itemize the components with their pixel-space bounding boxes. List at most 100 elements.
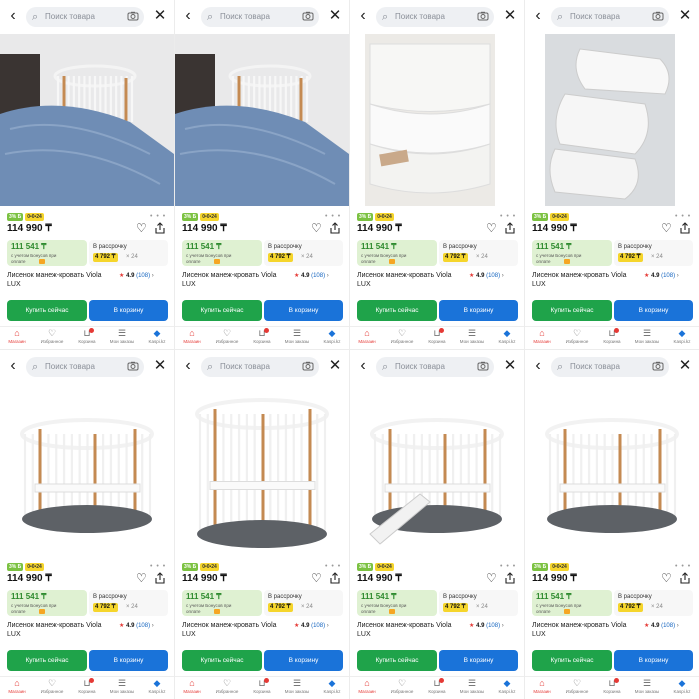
nav-kaspi[interactable]: ◆ Kaspi.kz bbox=[665, 328, 699, 349]
favorite-heart-icon[interactable]: ♡ bbox=[661, 222, 672, 234]
installment-box[interactable]: В рассрочку 4 792 ₸ × 24 bbox=[614, 590, 693, 616]
share-icon[interactable] bbox=[504, 572, 516, 584]
search-input[interactable]: ⌕ Поиск товара bbox=[26, 357, 144, 377]
nav-orders[interactable]: ☰ Мои заказы bbox=[280, 678, 314, 699]
nav-favorites[interactable]: ♡ Избранное bbox=[385, 678, 419, 699]
search-input[interactable]: ⌕ Поиск товара bbox=[551, 357, 669, 377]
reviews-count[interactable]: (108) bbox=[486, 273, 500, 279]
add-to-cart-button[interactable]: В корзину bbox=[614, 300, 693, 321]
reviews-count[interactable]: (108) bbox=[136, 623, 150, 629]
product-rating[interactable]: ★ 4.9 (108) › bbox=[294, 622, 329, 630]
search-input[interactable]: ⌕ Поиск товара bbox=[376, 7, 494, 27]
share-icon[interactable] bbox=[679, 572, 691, 584]
add-to-cart-button[interactable]: В корзину bbox=[264, 300, 343, 321]
buy-now-button[interactable]: Купить сейчас bbox=[7, 650, 87, 671]
search-input[interactable]: ⌕ Поиск товара bbox=[201, 7, 319, 27]
back-arrow-icon[interactable]: ‹ bbox=[181, 8, 195, 24]
search-input[interactable]: ⌕ Поиск товара bbox=[201, 357, 319, 377]
camera-icon[interactable] bbox=[127, 11, 139, 21]
camera-icon[interactable] bbox=[127, 361, 139, 371]
nav-kaspi[interactable]: ◆ Kaspi.kz bbox=[490, 678, 524, 699]
installment-box[interactable]: В рассрочку 4 792 ₸ × 24 bbox=[264, 590, 343, 616]
buy-now-button[interactable]: Купить сейчас bbox=[182, 650, 262, 671]
buy-now-button[interactable]: Купить сейчас bbox=[532, 300, 612, 321]
nav-favorites[interactable]: ♡ Избранное bbox=[560, 328, 594, 349]
nav-orders[interactable]: ☰ Мои заказы bbox=[455, 328, 489, 349]
product-photo[interactable] bbox=[525, 384, 699, 556]
close-icon[interactable]: ✕ bbox=[502, 8, 518, 24]
nav-favorites[interactable]: ♡ Избранное bbox=[35, 678, 69, 699]
product-rating[interactable]: ★ 4.9 (108) › bbox=[644, 622, 679, 630]
nav-shop[interactable]: ⌂ Магазин bbox=[525, 328, 559, 349]
nav-cart[interactable]: ⊔ Корзина bbox=[70, 678, 104, 699]
back-arrow-icon[interactable]: ‹ bbox=[6, 358, 20, 374]
add-to-cart-button[interactable]: В корзину bbox=[439, 300, 518, 321]
nav-orders[interactable]: ☰ Мои заказы bbox=[105, 328, 139, 349]
favorite-heart-icon[interactable]: ♡ bbox=[311, 572, 322, 584]
nav-favorites[interactable]: ♡ Избранное bbox=[385, 328, 419, 349]
product-rating[interactable]: ★ 4.9 (108) › bbox=[119, 272, 154, 280]
close-icon[interactable]: ✕ bbox=[152, 358, 168, 374]
back-arrow-icon[interactable]: ‹ bbox=[356, 8, 370, 24]
favorite-heart-icon[interactable]: ♡ bbox=[136, 572, 147, 584]
favorite-heart-icon[interactable]: ♡ bbox=[486, 222, 497, 234]
nav-kaspi[interactable]: ◆ Kaspi.kz bbox=[665, 678, 699, 699]
installment-box[interactable]: В рассрочку 4 792 ₸ × 24 bbox=[89, 590, 168, 616]
camera-icon[interactable] bbox=[477, 11, 489, 21]
reviews-count[interactable]: (108) bbox=[311, 623, 325, 629]
nav-favorites[interactable]: ♡ Избранное bbox=[210, 328, 244, 349]
close-icon[interactable]: ✕ bbox=[677, 8, 693, 24]
search-input[interactable]: ⌕ Поиск товара bbox=[26, 7, 144, 27]
favorite-heart-icon[interactable]: ♡ bbox=[486, 572, 497, 584]
installment-box[interactable]: В рассрочку 4 792 ₸ × 24 bbox=[89, 240, 168, 266]
nav-shop[interactable]: ⌂ Магазин bbox=[350, 678, 384, 699]
nav-cart[interactable]: ⊔ Корзина bbox=[595, 678, 629, 699]
favorite-heart-icon[interactable]: ♡ bbox=[311, 222, 322, 234]
nav-cart[interactable]: ⊔ Корзина bbox=[245, 678, 279, 699]
camera-icon[interactable] bbox=[302, 11, 314, 21]
installment-box[interactable]: В рассрочку 4 792 ₸ × 24 bbox=[439, 240, 518, 266]
product-photo[interactable] bbox=[0, 34, 174, 206]
nav-favorites[interactable]: ♡ Избранное bbox=[35, 328, 69, 349]
camera-icon[interactable] bbox=[302, 361, 314, 371]
product-photo[interactable] bbox=[525, 34, 699, 206]
back-arrow-icon[interactable]: ‹ bbox=[181, 358, 195, 374]
nav-kaspi[interactable]: ◆ Kaspi.kz bbox=[490, 328, 524, 349]
nav-orders[interactable]: ☰ Мои заказы bbox=[630, 328, 664, 349]
product-rating[interactable]: ★ 4.9 (108) › bbox=[644, 272, 679, 280]
installment-box[interactable]: В рассрочку 4 792 ₸ × 24 bbox=[264, 240, 343, 266]
add-to-cart-button[interactable]: В корзину bbox=[439, 650, 518, 671]
share-icon[interactable] bbox=[329, 572, 341, 584]
buy-now-button[interactable]: Купить сейчас bbox=[532, 650, 612, 671]
back-arrow-icon[interactable]: ‹ bbox=[6, 8, 20, 24]
buy-now-button[interactable]: Купить сейчас bbox=[182, 300, 262, 321]
share-icon[interactable] bbox=[329, 222, 341, 234]
add-to-cart-button[interactable]: В корзину bbox=[264, 650, 343, 671]
close-icon[interactable]: ✕ bbox=[677, 358, 693, 374]
nav-favorites[interactable]: ♡ Избранное bbox=[560, 678, 594, 699]
nav-shop[interactable]: ⌂ Магазин bbox=[175, 678, 209, 699]
back-arrow-icon[interactable]: ‹ bbox=[531, 8, 545, 24]
reviews-count[interactable]: (108) bbox=[486, 623, 500, 629]
installment-box[interactable]: В рассрочку 4 792 ₸ × 24 bbox=[614, 240, 693, 266]
product-rating[interactable]: ★ 4.9 (108) › bbox=[469, 272, 504, 280]
product-rating[interactable]: ★ 4.9 (108) › bbox=[294, 272, 329, 280]
search-input[interactable]: ⌕ Поиск товара bbox=[551, 7, 669, 27]
product-photo[interactable] bbox=[350, 34, 524, 206]
share-icon[interactable] bbox=[504, 222, 516, 234]
product-photo[interactable] bbox=[175, 34, 349, 206]
buy-now-button[interactable]: Купить сейчас bbox=[357, 650, 437, 671]
product-rating[interactable]: ★ 4.9 (108) › bbox=[469, 622, 504, 630]
nav-kaspi[interactable]: ◆ Kaspi.kz bbox=[315, 678, 349, 699]
nav-kaspi[interactable]: ◆ Kaspi.kz bbox=[315, 328, 349, 349]
nav-orders[interactable]: ☰ Мои заказы bbox=[105, 678, 139, 699]
back-arrow-icon[interactable]: ‹ bbox=[531, 358, 545, 374]
nav-shop[interactable]: ⌂ Магазин bbox=[0, 328, 34, 349]
nav-kaspi[interactable]: ◆ Kaspi.kz bbox=[140, 328, 174, 349]
nav-favorites[interactable]: ♡ Избранное bbox=[210, 678, 244, 699]
product-rating[interactable]: ★ 4.9 (108) › bbox=[119, 622, 154, 630]
add-to-cart-button[interactable]: В корзину bbox=[89, 650, 168, 671]
share-icon[interactable] bbox=[154, 572, 166, 584]
product-photo[interactable] bbox=[350, 384, 524, 556]
nav-cart[interactable]: ⊔ Корзина bbox=[595, 328, 629, 349]
